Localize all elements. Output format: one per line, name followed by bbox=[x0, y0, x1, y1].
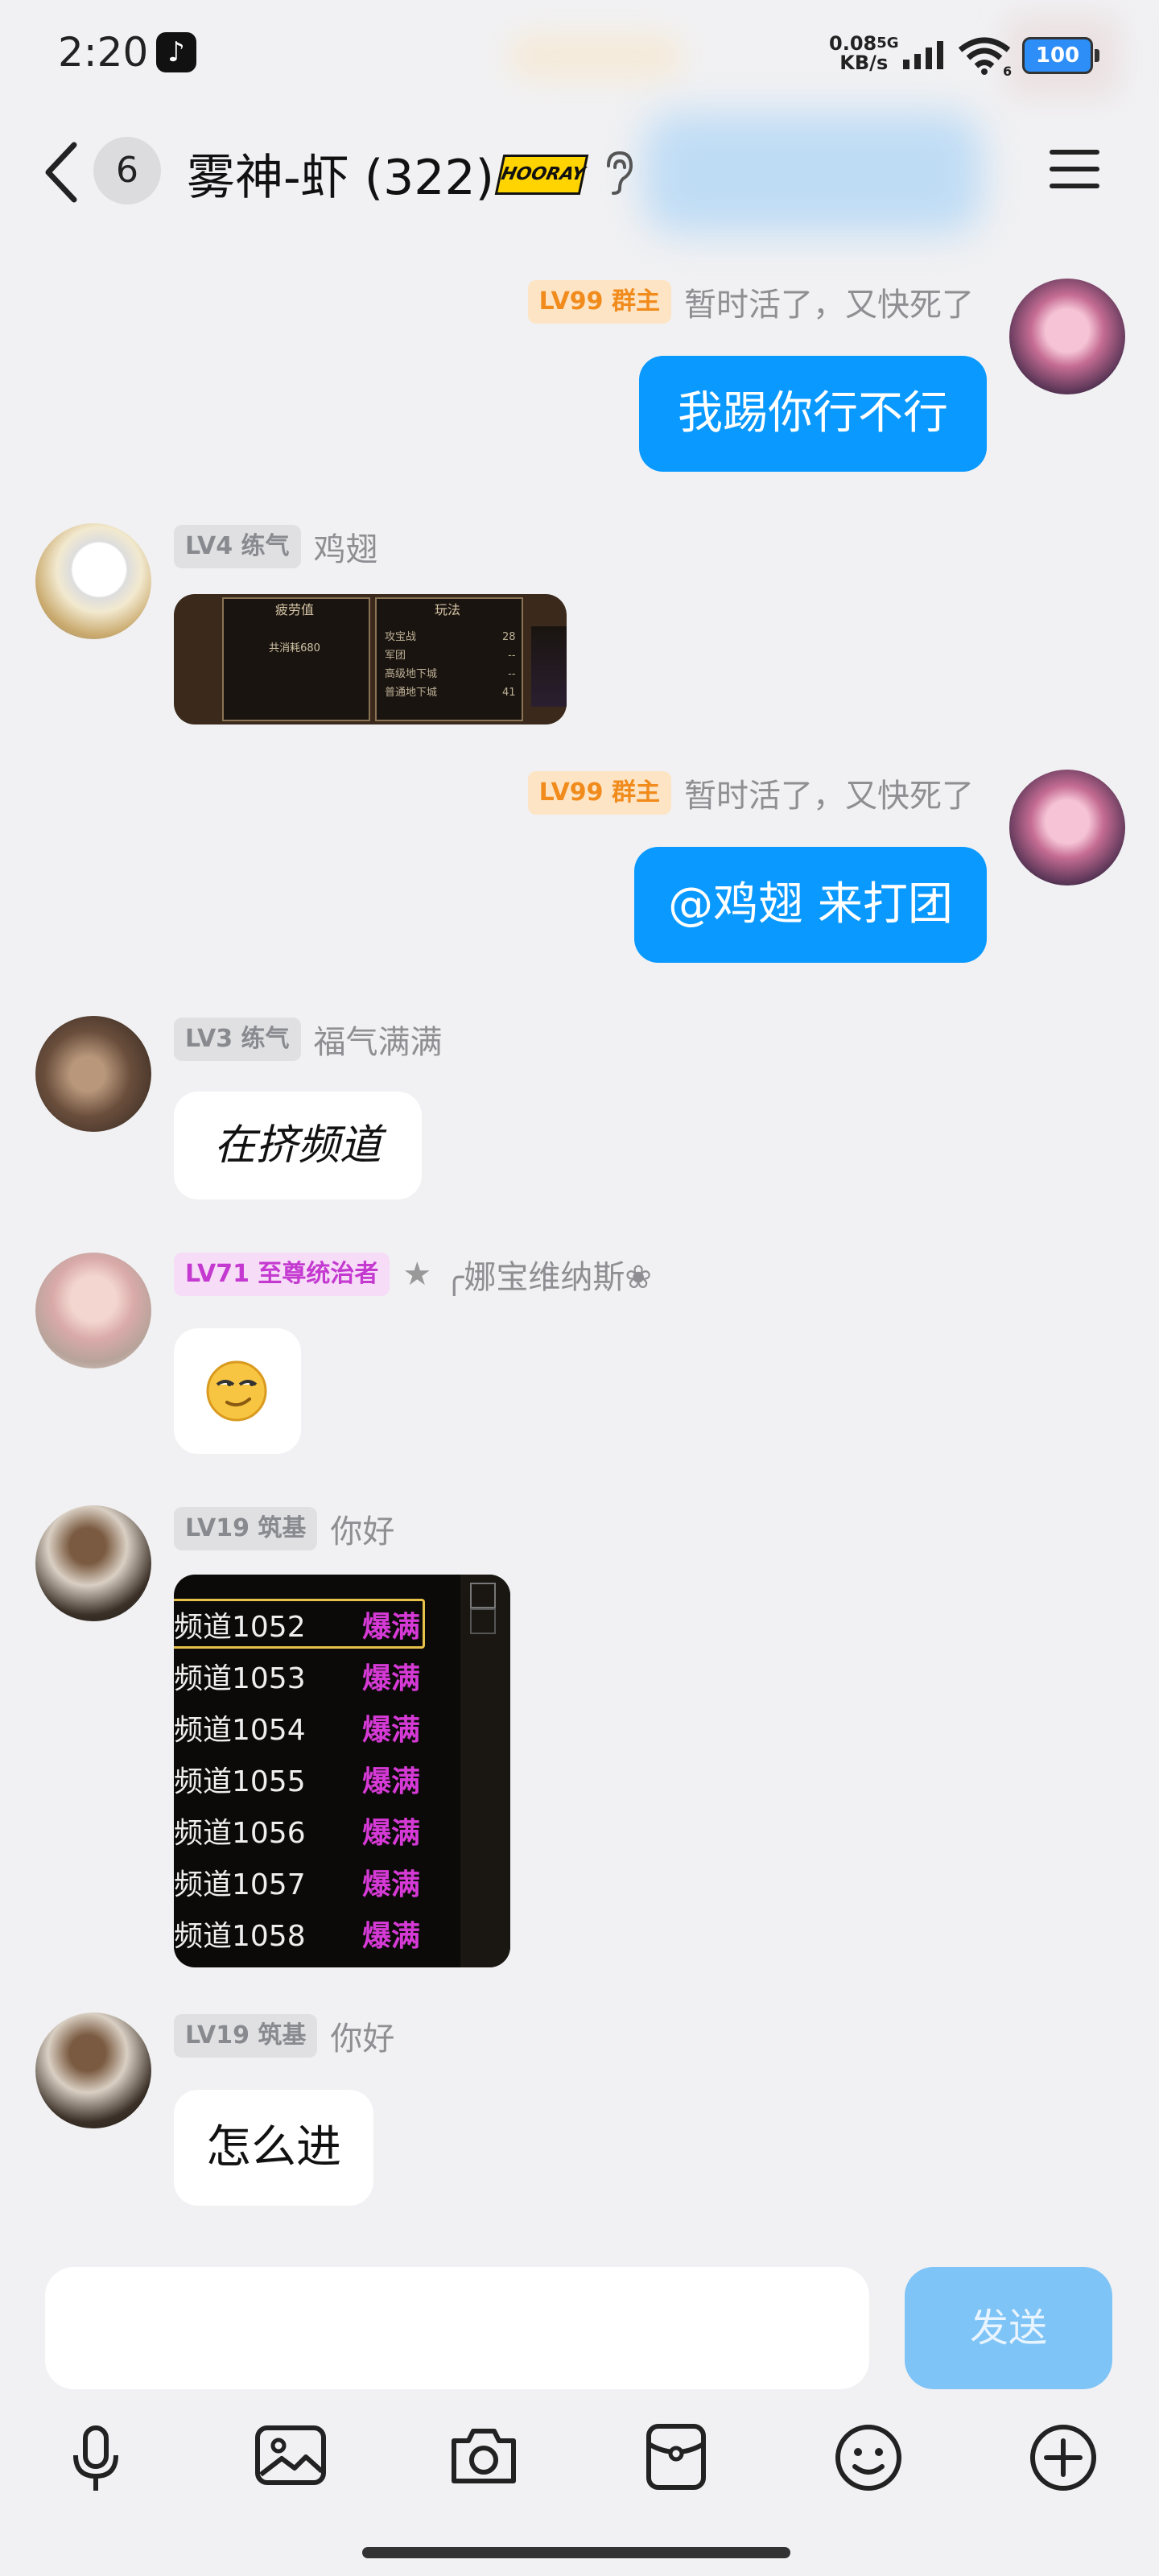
avatar[interactable] bbox=[35, 2013, 151, 2128]
home-indicator[interactable] bbox=[362, 2547, 790, 2558]
red-packet-icon[interactable] bbox=[644, 2423, 708, 2491]
hooray-badge[interactable]: HOORAY bbox=[494, 155, 589, 195]
image-icon[interactable] bbox=[254, 2423, 327, 2487]
channel-row: 频道1057 爆满 bbox=[174, 1868, 421, 1901]
level-badge: LV99 群主 bbox=[527, 771, 671, 815]
sender-nickname: 福气满满 bbox=[313, 1024, 443, 1061]
battery-icon: 100 bbox=[1022, 37, 1099, 74]
tiktok-icon: ♪ bbox=[156, 32, 196, 72]
plus-icon[interactable] bbox=[1029, 2423, 1098, 2492]
sender-meta: LV19 筑基 你好 bbox=[174, 2013, 394, 2059]
input-bar: 发送 bbox=[0, 2248, 1159, 2576]
sender-meta: LV99 群主 暂时活了，又快死了 bbox=[527, 770, 974, 816]
avatar[interactable] bbox=[35, 523, 151, 639]
sender-meta: LV99 群主 暂时活了，又快死了 bbox=[527, 279, 974, 325]
unread-count-badge[interactable]: 6 bbox=[93, 137, 161, 204]
channel-list-image[interactable]: 频道1052 爆满 频道1053 爆满 频道1054 爆满 频道1055 爆满 频道10… bbox=[174, 1575, 510, 1967]
sender-meta: LV4 练气 鸡翅 bbox=[174, 523, 378, 570]
channel-row: 频道1058 爆满 bbox=[174, 1920, 421, 1953]
avatar[interactable] bbox=[35, 1253, 151, 1368]
ear-icon[interactable] bbox=[602, 150, 634, 195]
avatar[interactable] bbox=[1009, 279, 1125, 394]
signal-icon bbox=[903, 41, 943, 69]
clock: 2:20 bbox=[58, 29, 149, 76]
channel-row: 频道1056 爆满 bbox=[174, 1817, 421, 1850]
channel-row: 频道1052 爆满 bbox=[174, 1611, 421, 1644]
sender-meta: LV71 至尊统治者 ★ ╭娜宝维纳斯❀ bbox=[174, 1251, 652, 1298]
smirk-emoji-icon bbox=[206, 1360, 267, 1422]
sender-nickname: 你好 bbox=[330, 1513, 395, 1550]
sender-nickname: 暂时活了，又快死了 bbox=[684, 778, 974, 815]
blurred-area bbox=[507, 32, 684, 80]
level-badge: LV4 练气 bbox=[174, 525, 301, 568]
back-arrow-icon[interactable] bbox=[40, 140, 80, 204]
blurred-area bbox=[644, 113, 982, 233]
level-badge: LV71 至尊统治者 bbox=[174, 1253, 390, 1296]
status-bar: 2:20 ♪ 0.085G KB/s 6 100 bbox=[0, 0, 1159, 105]
chat-header: 6 雾神-虾 (322) HOORAY bbox=[0, 105, 1159, 233]
sender-nickname: 你好 bbox=[330, 2021, 395, 2058]
sender-nickname: ╭娜宝维纳斯❀ bbox=[444, 1259, 652, 1296]
message-input[interactable] bbox=[45, 2267, 869, 2389]
level-badge: LV99 群主 bbox=[527, 280, 671, 324]
avatar[interactable] bbox=[35, 1016, 151, 1132]
channel-row: 频道1055 爆满 bbox=[174, 1765, 421, 1798]
game-stats-image[interactable]: 疲劳值 玩法 共消耗680 攻宝战 军团 高级地下城 普通地下城 28 -- -- 41 bbox=[174, 594, 567, 724]
send-button[interactable]: 发送 bbox=[905, 2267, 1112, 2389]
wifi-icon: 6 bbox=[958, 37, 1012, 76]
emoji-icon[interactable] bbox=[834, 2423, 903, 2492]
avatar[interactable] bbox=[1009, 770, 1125, 886]
sender-nickname: 鸡翅 bbox=[313, 531, 378, 568]
sender-nickname: 暂时活了，又快死了 bbox=[684, 287, 974, 324]
message-bubble[interactable] bbox=[174, 1328, 301, 1454]
avatar[interactable] bbox=[35, 1505, 151, 1621]
menu-icon[interactable] bbox=[1046, 145, 1103, 193]
scrollbar bbox=[460, 1575, 510, 1967]
sender-meta: LV3 练气 福气满满 bbox=[174, 1016, 443, 1063]
camera-icon[interactable] bbox=[448, 2423, 520, 2487]
message-bubble[interactable]: 在挤频道 bbox=[174, 1092, 422, 1199]
message-bubble[interactable]: @鸡翅 来打团 bbox=[634, 847, 987, 963]
network-speed: 0.085G KB/s bbox=[829, 32, 899, 74]
message-bubble[interactable]: 怎么进 bbox=[174, 2090, 373, 2206]
channel-row: 频道1054 爆满 bbox=[174, 1714, 421, 1747]
channel-row: 频道1053 爆满 bbox=[174, 1662, 421, 1695]
message-bubble[interactable]: 我踢你行不行 bbox=[639, 356, 987, 472]
star-icon: ★ bbox=[402, 1256, 432, 1293]
level-badge: LV19 筑基 bbox=[174, 2014, 318, 2058]
sender-meta: LV19 筑基 你好 bbox=[174, 1505, 394, 1552]
level-badge: LV3 练气 bbox=[174, 1018, 301, 1061]
microphone-icon[interactable] bbox=[68, 2423, 124, 2496]
level-badge: LV19 筑基 bbox=[174, 1507, 318, 1550]
group-title[interactable]: 雾神-虾 (322) bbox=[187, 138, 494, 208]
svg-text:6: 6 bbox=[1003, 64, 1012, 76]
